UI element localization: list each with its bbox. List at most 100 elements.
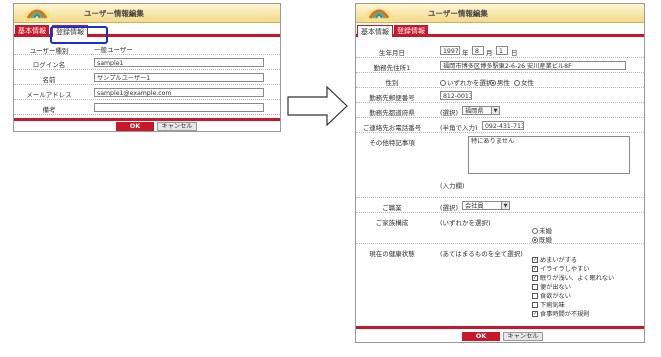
notes-input[interactable]: [94, 103, 264, 112]
button-bar: OK キャンセル: [356, 326, 644, 341]
radio-selected-icon: [532, 237, 538, 243]
checkbox-icon: [532, 302, 538, 308]
health-checkbox-label: 食事時間が不規則: [540, 311, 590, 318]
tab-highlight-box: [50, 26, 108, 44]
health-checkbox-label: めまいがする: [540, 257, 578, 264]
row-phone: ご連絡先お電話番号 (半角で入力) 092-431-7139: [356, 118, 644, 133]
window-title: ユーザー情報編集: [84, 9, 144, 18]
birth-month-unit: 月: [486, 49, 493, 57]
checkbox-checked-icon: ✓: [532, 266, 538, 272]
cancel-button[interactable]: キャンセル: [157, 122, 197, 131]
label-birthdate: 生年月日: [379, 49, 405, 57]
prefecture-select-value: 福岡県: [465, 108, 484, 115]
radio-icon: [440, 80, 446, 86]
zip-input[interactable]: 812-0013: [440, 91, 472, 100]
right-arrow-icon: [287, 86, 348, 126]
checkbox-icon: [532, 284, 538, 290]
prefecture-select[interactable]: 福岡県 ▼: [462, 106, 500, 115]
label-login-name: ログイン名: [32, 61, 66, 69]
occupation-select[interactable]: 会社員 ▼: [462, 201, 510, 210]
gender-option-none[interactable]: いずれかを選択: [440, 77, 493, 87]
row-user-type: ユーザー種別 一般ユーザー: [14, 43, 280, 55]
health-checkbox-label: イライラしやすい: [540, 266, 590, 273]
gender-option-male-label: 男性: [497, 79, 510, 87]
logo-icon: [365, 9, 393, 22]
health-checkbox-item[interactable]: ✓ 食事時間が不規則: [532, 309, 590, 318]
label-name: 名前: [42, 76, 56, 84]
row-health: 現在の健康状態 (あてはまるものを全て選択) ✓ めまいがする ✓ イライラしやすい ✓…: [356, 244, 644, 323]
health-checkbox-label: 便が出ない: [540, 284, 571, 291]
logo-icon: [23, 9, 51, 22]
right-window: ユーザー情報編集 基本情報 登録情報 生年月日 1997 年 8 月 1 日 勤…: [355, 3, 645, 343]
row-name: 名前 サンプルユーザー1: [14, 70, 280, 85]
row-zip: 勤務先郵便番号 812-0013: [356, 88, 644, 103]
birth-year-input[interactable]: 1997: [440, 46, 460, 55]
chevron-down-icon: ▼: [491, 107, 499, 114]
health-checkbox-item[interactable]: ✓ 眠りが浅い、よく眠れない: [532, 273, 614, 282]
label-user-type: ユーザー種別: [29, 47, 69, 55]
label-family: ご家族構成: [375, 219, 409, 227]
row-birthdate: 生年月日 1997 年 8 月 1 日: [356, 43, 644, 58]
label-address: 勤務先住所1: [373, 64, 411, 72]
login-name-input[interactable]: sample1: [94, 58, 264, 67]
checkbox-icon: [532, 293, 538, 299]
row-special-notes: その他特記事項 特にありません (入力欄): [356, 133, 644, 198]
checkbox-checked-icon: ✓: [532, 311, 538, 317]
health-checkbox-item[interactable]: 便が出ない: [532, 282, 571, 291]
row-prefecture: 勤務先都道府県 (選択) 福岡県 ▼: [356, 103, 644, 118]
cancel-button[interactable]: キャンセル: [503, 332, 543, 341]
birth-month-input[interactable]: 8: [472, 46, 484, 55]
label-prefecture: 勤務先都道府県: [369, 109, 415, 117]
label-email: メールアドレス: [26, 91, 72, 99]
checkbox-checked-icon: ✓: [532, 275, 538, 281]
gender-option-male[interactable]: 男性: [490, 77, 510, 87]
occupation-select-value: 会社員: [465, 203, 484, 210]
special-notes-textarea[interactable]: 特にありません: [468, 136, 630, 174]
email-input[interactable]: sample1@example.com: [94, 88, 264, 97]
health-checkbox-label: 眠りが浅い、よく眠れない: [540, 275, 615, 282]
health-hint: (あてはまるものを全て選択): [440, 250, 523, 258]
checkbox-checked-icon: ✓: [532, 257, 538, 263]
health-checkbox-item[interactable]: ✓ めまいがする: [532, 255, 577, 264]
special-notes-hint: (入力欄): [440, 182, 465, 190]
gender-option-female[interactable]: 女性: [514, 77, 534, 87]
label-zip: 勤務先郵便番号: [369, 94, 415, 102]
row-notes: 備考: [14, 100, 280, 115]
health-checkbox-label: 下痢気味: [540, 302, 565, 309]
title-bar: ユーザー情報編集: [14, 4, 280, 23]
family-hint: (いずれかを選択): [440, 219, 491, 227]
label-phone: ご連絡先お電話番号: [362, 124, 422, 132]
row-gender: 性別 いずれかを選択 男性 女性: [356, 73, 644, 88]
birth-year-unit: 年: [462, 49, 469, 57]
tab-basic-info[interactable]: 基本情報: [357, 25, 393, 37]
birth-day-unit: 日: [511, 49, 518, 57]
row-address: 勤務先住所1 福岡市博多区博多駅東2-6-26 安川産業ビル8F: [356, 58, 644, 73]
health-checkbox-item[interactable]: 下痢気味: [532, 300, 565, 309]
title-bar: ユーザー情報編集: [356, 4, 644, 23]
phone-input[interactable]: 092-431-7139: [482, 121, 524, 130]
health-checkbox-label: 食欲がない: [540, 293, 571, 300]
label-health: 現在の健康状態: [369, 250, 415, 258]
tab-bar: 基本情報 登録情報: [356, 23, 644, 37]
row-occupation: ご職業 (選択) 会社員 ▼: [356, 198, 644, 213]
family-option-married-label: 既婚: [539, 236, 552, 244]
gender-option-female-label: 女性: [521, 79, 534, 87]
birth-day-input[interactable]: 1: [496, 46, 508, 55]
tab-basic-info[interactable]: 基本情報: [15, 25, 49, 37]
address-input[interactable]: 福岡市博多区博多駅東2-6-26 安川産業ビル8F: [440, 61, 626, 70]
tab-registration-info[interactable]: 登録情報: [394, 25, 428, 37]
health-checkbox-item[interactable]: 食欲がない: [532, 291, 571, 300]
gender-option-none-label: いずれかを選択: [447, 79, 493, 87]
family-option-married[interactable]: 既婚: [532, 234, 552, 244]
ok-button[interactable]: OK: [116, 122, 154, 131]
health-checkbox-item[interactable]: ✓ イライラしやすい: [532, 264, 589, 273]
left-window: ユーザー情報編集 基本情報 登録情報 ユーザー種別 一般ユーザー ログイン名 s…: [13, 3, 281, 132]
label-special-notes: その他特記事項: [369, 139, 415, 147]
name-input[interactable]: サンプルユーザー1: [94, 73, 264, 82]
phone-hint: (半角で入力): [440, 124, 478, 132]
ok-button[interactable]: OK: [462, 332, 500, 341]
row-login-name: ログイン名 sample1: [14, 55, 280, 70]
row-email: メールアドレス sample1@example.com: [14, 85, 280, 100]
radio-selected-icon: [490, 80, 496, 86]
window-title: ユーザー情報編集: [428, 9, 488, 18]
